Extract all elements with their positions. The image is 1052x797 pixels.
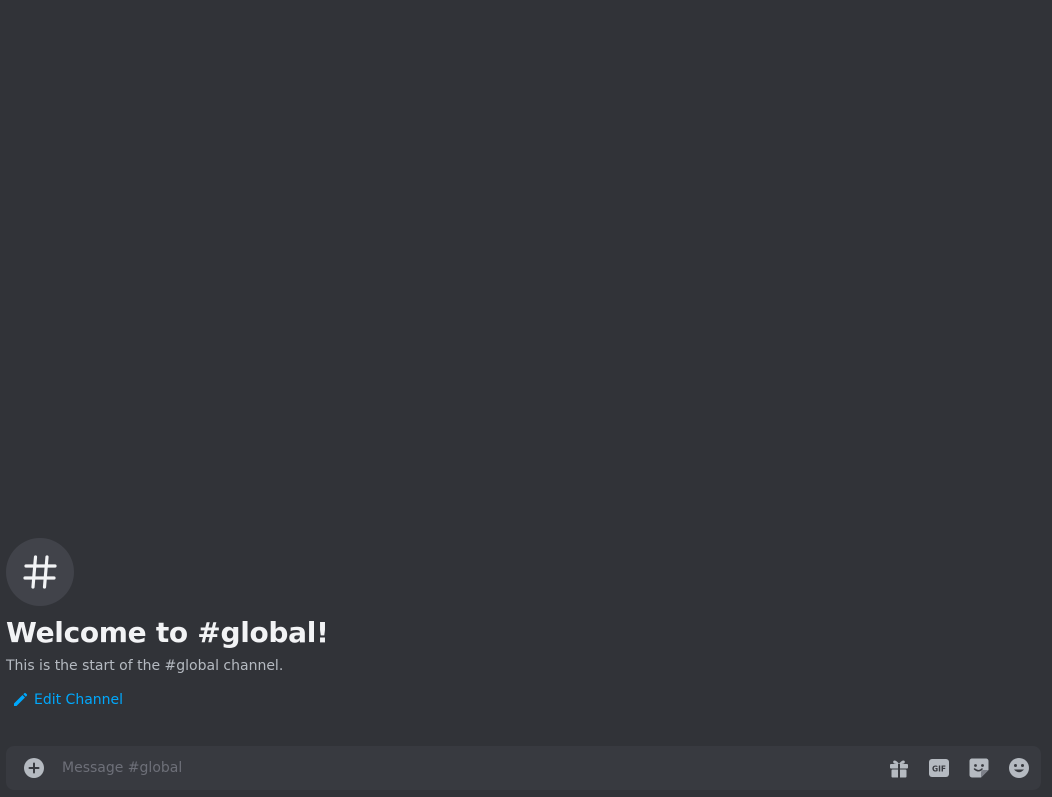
attach-button[interactable] [22, 756, 46, 780]
gif-label: GIF [932, 765, 946, 774]
edit-channel-button[interactable]: Edit Channel [12, 690, 123, 710]
gif-icon: GIF [929, 759, 949, 777]
emoji-button[interactable] [1007, 756, 1031, 780]
channel-badge [6, 538, 74, 606]
welcome-title: Welcome to #global! [6, 616, 329, 649]
channel-welcome: Welcome to #global! This is the start of… [6, 538, 1052, 712]
chat-main: Welcome to #global! This is the start of… [0, 0, 1052, 797]
gift-icon [890, 760, 908, 778]
gift-button[interactable] [887, 756, 911, 780]
composer-actions: GIF [887, 756, 1031, 780]
sticker-button[interactable] [967, 756, 991, 780]
welcome-subtitle: This is the start of the #global channel… [6, 658, 284, 674]
emoji-icon [1009, 758, 1029, 778]
message-input[interactable] [62, 746, 887, 790]
edit-channel-label: Edit Channel [34, 692, 124, 708]
sticker-icon [969, 758, 989, 778]
message-composer: GIF [6, 746, 1041, 790]
gif-button[interactable]: GIF [927, 756, 951, 780]
plus-circle-icon [24, 758, 44, 778]
pencil-icon [14, 692, 28, 706]
hash-icon [23, 555, 57, 589]
